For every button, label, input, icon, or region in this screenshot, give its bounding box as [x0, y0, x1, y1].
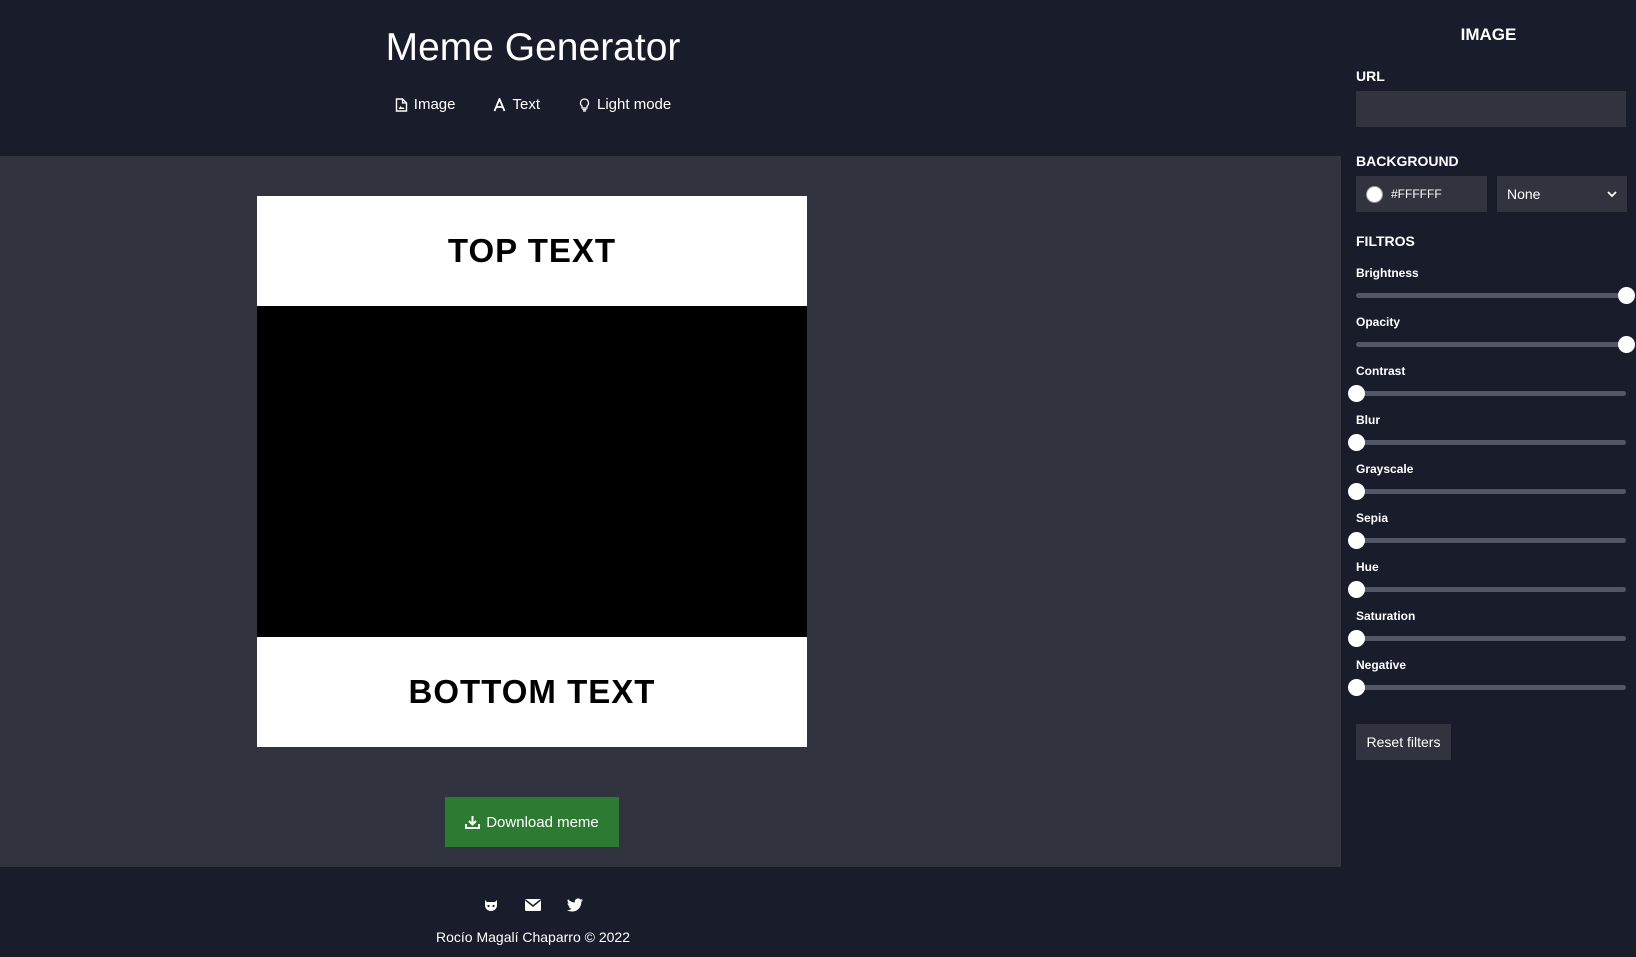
chevron-down-icon [1607, 191, 1617, 198]
email-icon [525, 899, 541, 911]
slider-thumb[interactable] [1348, 483, 1365, 500]
filter-label: Grayscale [1356, 462, 1414, 476]
color-swatch [1366, 185, 1383, 203]
slider-thumb[interactable] [1348, 532, 1365, 549]
blend-mode-select[interactable]: None [1497, 176, 1627, 212]
top-header: Meme Generator Image Text Light mode [0, 0, 1341, 156]
hue-slider[interactable] [1348, 581, 1626, 598]
blur-slider[interactable] [1348, 434, 1626, 451]
download-label: Download meme [486, 813, 599, 831]
page-title: Meme Generator [385, 26, 681, 69]
github-link[interactable] [482, 897, 500, 913]
download-icon [465, 816, 481, 829]
main-nav: Image Text Light mode [0, 96, 1066, 113]
nav-light-mode-button[interactable]: Light mode [578, 96, 671, 113]
slider-thumb[interactable] [1348, 581, 1365, 598]
filter-opacity: Opacity [1356, 315, 1635, 353]
meme-bottom-text: BOTTOM TEXT [257, 637, 807, 747]
nav-text-label: Text [512, 96, 540, 113]
filter-blur: Blur [1348, 413, 1626, 451]
meme-top-text: TOP TEXT [257, 196, 807, 306]
blend-mode-value: None [1507, 186, 1541, 202]
filter-label: Blur [1356, 413, 1380, 427]
background-color-value: #FFFFFF [1391, 187, 1442, 201]
image-file-icon [395, 97, 407, 112]
text-icon [494, 97, 506, 111]
filter-label: Opacity [1356, 315, 1401, 329]
filter-label: Sepia [1356, 511, 1389, 525]
filter-label: Negative [1356, 658, 1407, 672]
filter-label: Brightness [1356, 266, 1419, 280]
image-settings-panel: IMAGE URL BACKGROUND #FFFFFF None FILTRO… [1341, 0, 1636, 957]
filter-label: Hue [1356, 560, 1379, 574]
url-label: URL [1356, 68, 1385, 84]
filter-label: Saturation [1356, 609, 1416, 623]
background-color-picker[interactable]: #FFFFFF [1356, 176, 1487, 212]
email-link[interactable] [524, 897, 542, 913]
lightbulb-icon [579, 97, 590, 112]
slider-thumb[interactable] [1348, 434, 1365, 451]
filter-grayscale: Grayscale [1348, 462, 1626, 500]
nav-text-button[interactable]: Text [493, 96, 540, 113]
filter-brightness: Brightness [1356, 266, 1635, 304]
github-icon [485, 900, 497, 911]
brightness-slider[interactable] [1356, 287, 1635, 304]
filter-negative: Negative [1348, 658, 1626, 696]
background-label: BACKGROUND [1356, 153, 1459, 169]
slider-thumb[interactable] [1618, 287, 1635, 304]
saturation-slider[interactable] [1348, 630, 1626, 647]
filter-label: Contrast [1356, 364, 1406, 378]
panel-title: IMAGE [1460, 25, 1517, 44]
reset-filters-button[interactable]: Reset filters [1356, 724, 1451, 760]
nav-image-button[interactable]: Image [395, 96, 456, 113]
negative-slider[interactable] [1348, 679, 1626, 696]
meme-canvas: TOP TEXT BOTTOM TEXT [257, 196, 807, 747]
slider-thumb[interactable] [1618, 336, 1635, 353]
footer-credit: Rocío Magalí Chaparro © 2022 [436, 929, 630, 945]
slider-thumb[interactable] [1348, 630, 1365, 647]
download-meme-button[interactable]: Download meme [445, 797, 619, 847]
twitter-link[interactable] [566, 897, 584, 913]
slider-thumb[interactable] [1348, 679, 1365, 696]
filter-contrast: Contrast [1348, 364, 1626, 402]
footer-social-links [0, 897, 1066, 913]
sepia-slider[interactable] [1348, 532, 1626, 549]
opacity-slider[interactable] [1356, 336, 1635, 353]
filter-hue: Hue [1348, 560, 1626, 598]
nav-light-mode-label: Light mode [597, 96, 672, 113]
nav-image-label: Image [413, 96, 456, 113]
twitter-icon [567, 898, 583, 912]
footer: Rocío Magalí Chaparro © 2022 [0, 867, 1341, 957]
filters-label: FILTROS [1356, 233, 1415, 249]
filter-sepia: Sepia [1348, 511, 1626, 549]
contrast-slider[interactable] [1348, 385, 1626, 402]
grayscale-slider[interactable] [1348, 483, 1626, 500]
url-input[interactable] [1356, 91, 1626, 127]
filter-saturation: Saturation [1348, 609, 1626, 647]
slider-thumb[interactable] [1348, 385, 1365, 402]
